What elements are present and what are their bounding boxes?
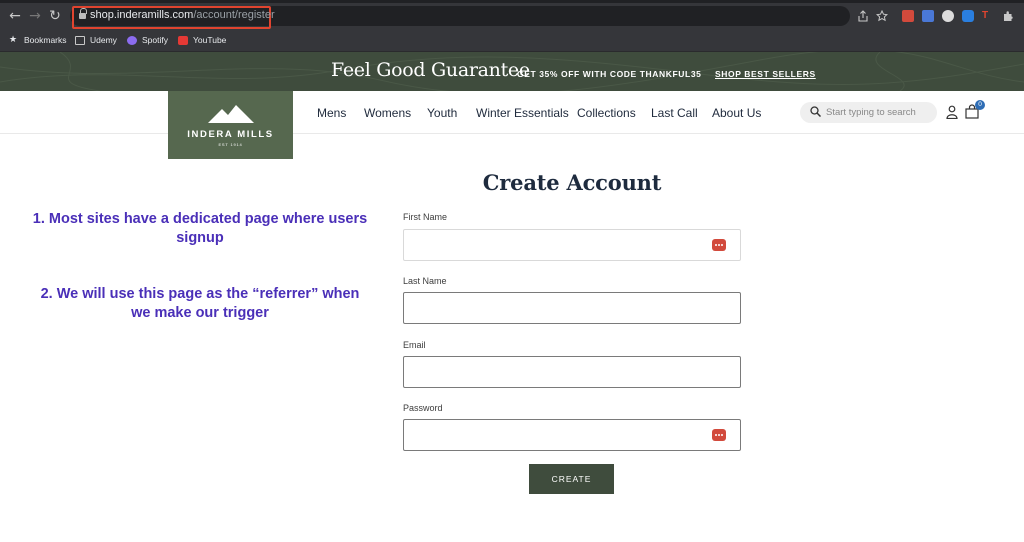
bookmark-spotify[interactable]: Spotify [142, 35, 168, 45]
nav-youth[interactable]: Youth [427, 106, 457, 120]
folder-icon [75, 36, 85, 45]
search-icon [810, 106, 821, 117]
search-placeholder: Start typing to search [826, 107, 916, 118]
last-name-label: Last Name [403, 276, 447, 286]
shop-best-sellers-link[interactable]: SHOP BEST SELLERS [715, 69, 816, 79]
spotify-icon [127, 36, 137, 45]
nav-collections[interactable]: Collections [577, 106, 636, 120]
promo-title: Feel Good Guarantee [331, 59, 530, 81]
password-manager-extension-icon[interactable] [902, 10, 914, 22]
last-name-field[interactable] [403, 292, 741, 324]
page-title: Create Account [482, 170, 662, 195]
password-manager-icon[interactable] [712, 429, 726, 441]
email-label: Email [403, 340, 426, 350]
account-icon[interactable] [946, 105, 958, 119]
password-label: Password [403, 403, 443, 413]
youtube-icon [178, 36, 188, 45]
nav-mens[interactable]: Mens [317, 106, 346, 120]
extension-icon[interactable] [922, 10, 934, 22]
lock-icon[interactable] [79, 8, 87, 19]
star-icon[interactable] [876, 10, 888, 22]
star-icon: ★ [9, 35, 18, 45]
nav-winter-essentials[interactable]: Winter Essentials [476, 106, 569, 120]
email-field[interactable] [403, 356, 741, 388]
annotation-note-2: 2. We will use this page as the “referre… [40, 286, 360, 321]
password-manager-icon[interactable] [712, 239, 726, 251]
nav-last-call[interactable]: Last Call [651, 106, 698, 120]
first-name-field[interactable] [403, 229, 741, 261]
first-name-label: First Name [403, 212, 448, 222]
logo-established: EST 1914 [218, 142, 243, 147]
mountain-icon [208, 105, 254, 123]
bookmark-bookmarks[interactable]: Bookmarks [24, 35, 67, 45]
forward-arrow-icon[interactable]: → [27, 8, 43, 24]
promo-code-text: GET 35% OFF WITH CODE THANKFUL35 [517, 69, 702, 79]
indera-mills-logo[interactable]: INDERA MILLS EST 1914 [168, 91, 293, 159]
url-host: shop.inderamills.com [90, 9, 194, 21]
back-arrow-icon[interactable]: ← [7, 8, 23, 24]
extension-icon[interactable]: T [982, 10, 994, 22]
nav-about-us[interactable]: About Us [712, 106, 761, 120]
annotation-note-1: 1. Most sites have a dedicated page wher… [32, 211, 368, 246]
url-path: /account/register [193, 9, 275, 21]
extension-icon[interactable] [942, 10, 954, 22]
puzzle-icon[interactable] [1002, 10, 1014, 22]
bookmark-youtube[interactable]: YouTube [193, 35, 226, 45]
password-field[interactable] [403, 419, 741, 451]
extension-icon[interactable] [962, 10, 974, 22]
url-text[interactable]: shop.inderamills.com/account/register [90, 9, 275, 21]
bookmark-udemy[interactable]: Udemy [90, 35, 117, 45]
create-button[interactable]: CREATE [529, 464, 614, 494]
share-icon[interactable] [857, 10, 869, 22]
logo-text: INDERA MILLS [187, 129, 274, 140]
reload-icon[interactable]: ↻ [47, 8, 63, 24]
tab-strip [0, 0, 1024, 3]
cart-count-badge: 0 [975, 100, 985, 110]
nav-womens[interactable]: Womens [364, 106, 411, 120]
